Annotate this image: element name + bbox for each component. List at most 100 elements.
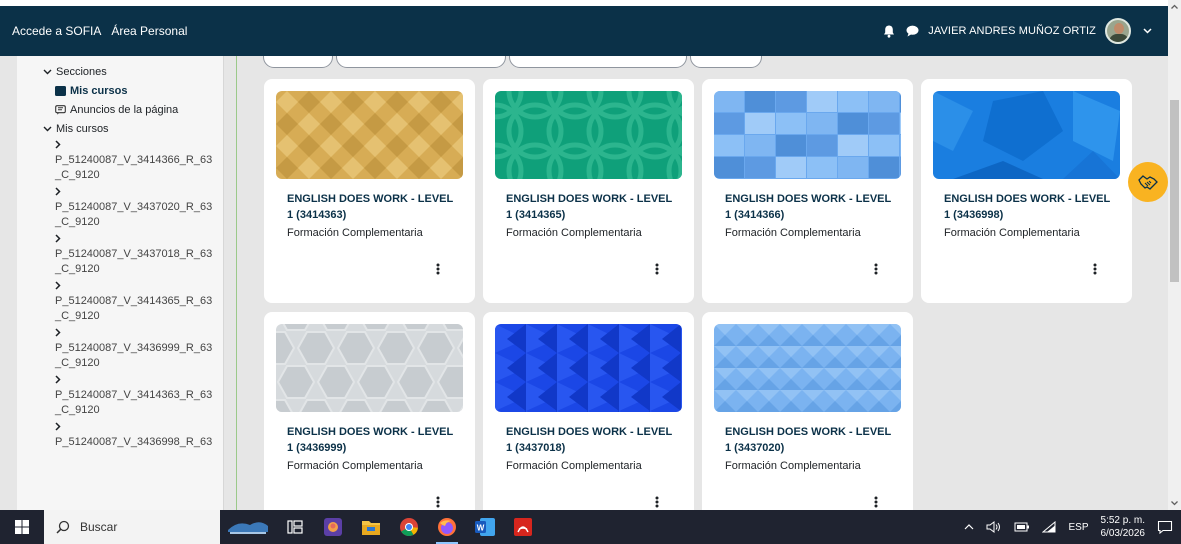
kebab-menu-icon[interactable] — [1086, 260, 1104, 278]
word-icon[interactable]: W — [466, 510, 504, 544]
course-image[interactable] — [276, 324, 463, 412]
course-card[interactable]: ENGLISH DOES WORK - LEVEL 1 (3414363) Form… — [264, 79, 475, 303]
notifications-icon[interactable] — [1157, 520, 1173, 534]
course-image[interactable] — [933, 91, 1120, 179]
course-title-line1: ENGLISH DOES WORK - LEVEL — [287, 426, 454, 438]
chevron-right-icon — [55, 185, 223, 200]
chevron-right-icon — [55, 279, 223, 294]
chevron-down-icon — [43, 126, 52, 131]
weather-widget-icon[interactable] — [220, 510, 276, 544]
sidebar-item-mis-cursos[interactable]: Mis cursos — [17, 81, 223, 100]
user-name[interactable]: JAVIER ANDRES MUÑOZ ORTIZ — [928, 25, 1096, 37]
sidebar-course-line1: P_51240087_V_3414366_R_63 — [55, 154, 213, 166]
search-input[interactable] — [336, 56, 506, 68]
sidebar-course-line1: P_51240087_V_3437020_R_63 — [55, 201, 213, 213]
sidebar-course-item[interactable]: P_51240087_V_3414363_R_63 _C_9120 — [17, 373, 223, 418]
chevron-right-icon — [55, 232, 223, 247]
sidebar-course-item[interactable]: P_51240087_V_3437018_R_63 _C_9120 — [17, 232, 223, 277]
course-title[interactable]: ENGLISH DOES WORK - LEVEL 1 (3436998) — [944, 191, 1119, 223]
course-index-drawer: Secciones Mis cursos Anuncios de la pági… — [17, 56, 224, 510]
sidebar-mis-cursos-group-label: Mis cursos — [56, 122, 109, 135]
kebab-menu-icon[interactable] — [648, 493, 666, 510]
nav-link-sofia[interactable]: Accede a SOFIA — [12, 24, 101, 38]
speaker-icon[interactable] — [986, 521, 1002, 533]
chrome-icon[interactable] — [390, 510, 428, 544]
windows-taskbar: Buscar W ESP 5:52 p. m. 6/03/2026 — [0, 510, 1181, 544]
kebab-menu-icon[interactable] — [867, 260, 885, 278]
chevron-down-icon[interactable] — [1140, 24, 1154, 38]
acrobat-icon[interactable] — [504, 510, 542, 544]
task-view-icon[interactable] — [276, 510, 314, 544]
filter-select-grouping[interactable] — [263, 56, 333, 68]
course-image[interactable] — [495, 91, 682, 179]
course-card[interactable]: ENGLISH DOES WORK - LEVEL 1 (3436999) Form… — [264, 312, 475, 510]
course-title-line1: ENGLISH DOES WORK - LEVEL — [287, 193, 454, 205]
course-title-line1: ENGLISH DOES WORK - LEVEL — [725, 193, 892, 205]
course-title-line1: ENGLISH DOES WORK - LEVEL — [506, 193, 673, 205]
kebab-menu-icon[interactable] — [648, 260, 666, 278]
course-card[interactable]: ENGLISH DOES WORK - LEVEL 1 (3414365) Form… — [483, 79, 694, 303]
sidebar-course-item[interactable]: P_51240087_V_3437020_R_63 _C_9120 — [17, 185, 223, 230]
course-category: Formación Complementaria — [287, 227, 423, 239]
course-card[interactable]: ENGLISH DOES WORK - LEVEL 1 (3436998) Form… — [921, 79, 1132, 303]
kebab-menu-icon[interactable] — [429, 260, 447, 278]
course-image[interactable] — [714, 324, 901, 412]
wifi-icon[interactable] — [1042, 521, 1056, 533]
kebab-menu-icon[interactable] — [867, 493, 885, 510]
help-button[interactable] — [1128, 162, 1168, 202]
display-select[interactable] — [690, 56, 762, 68]
sort-select[interactable] — [509, 56, 687, 68]
course-category: Formación Complementaria — [506, 227, 642, 239]
course-title[interactable]: ENGLISH DOES WORK - LEVEL 1 (3437018) — [506, 424, 681, 456]
nav-link-area-personal[interactable]: Área Personal — [111, 24, 187, 38]
language-indicator[interactable]: ESP — [1068, 522, 1088, 533]
kebab-menu-icon[interactable] — [429, 493, 447, 510]
clock-date: 6/03/2026 — [1100, 528, 1146, 539]
scroll-up-arrow[interactable] — [1168, 0, 1181, 14]
course-title[interactable]: ENGLISH DOES WORK - LEVEL 1 (3437020) — [725, 424, 900, 456]
file-explorer-icon[interactable] — [352, 510, 390, 544]
main-content: ENGLISH DOES WORK - LEVEL 1 (3414363) Form… — [237, 56, 1168, 510]
sidebar-mis-cursos-group[interactable]: Mis cursos — [17, 119, 223, 138]
battery-icon[interactable] — [1014, 522, 1030, 532]
course-title-line2: 1 (3414363) — [287, 209, 347, 221]
sidebar-item-mis-cursos-label: Mis cursos — [70, 84, 128, 97]
sidebar-sections[interactable]: Secciones — [17, 62, 223, 81]
chevron-down-icon — [43, 69, 52, 74]
chevron-right-icon — [55, 326, 223, 341]
sidebar-course-item[interactable]: P_51240087_V_3414365_R_63 _C_9120 — [17, 279, 223, 324]
sidebar-item-anuncios-label: Anuncios de la página — [70, 103, 179, 116]
clock[interactable]: 5:52 p. m. 6/03/2026 — [1101, 514, 1146, 540]
photo-app-icon[interactable] — [314, 510, 352, 544]
bell-icon[interactable] — [882, 24, 896, 38]
handshake-icon — [1138, 175, 1158, 190]
sidebar-course-line1: P_51240087_V_3436999_R_63 — [55, 342, 213, 354]
page-scrollbar[interactable] — [1168, 0, 1181, 510]
course-card[interactable]: ENGLISH DOES WORK - LEVEL 1 (3437020) Form… — [702, 312, 913, 510]
course-title[interactable]: ENGLISH DOES WORK - LEVEL 1 (3414363) — [287, 191, 462, 223]
course-image[interactable] — [495, 324, 682, 412]
search-placeholder: Buscar — [80, 520, 118, 534]
sidebar-course-item[interactable]: P_51240087_V_3436999_R_63 _C_9120 — [17, 326, 223, 371]
chevron-up-icon[interactable] — [964, 524, 974, 530]
scroll-down-arrow[interactable] — [1168, 496, 1181, 510]
sidebar-course-item[interactable]: P_51240087_V_3436998_R_63 — [17, 420, 223, 450]
sidebar-course-line1: P_51240087_V_3436998_R_63 — [55, 436, 213, 448]
course-title[interactable]: ENGLISH DOES WORK - LEVEL 1 (3414365) — [506, 191, 681, 223]
course-card[interactable]: ENGLISH DOES WORK - LEVEL 1 (3414366) Form… — [702, 79, 913, 303]
chat-icon[interactable] — [905, 24, 919, 38]
sidebar-item-anuncios[interactable]: Anuncios de la página — [17, 100, 223, 119]
sidebar-course-item[interactable]: P_51240087_V_3414366_R_63 _C_9120 — [17, 138, 223, 183]
firefox-icon[interactable] — [428, 510, 466, 544]
taskbar-search[interactable]: Buscar — [44, 510, 220, 544]
course-card[interactable]: ENGLISH DOES WORK - LEVEL 1 (3437018) Form… — [483, 312, 694, 510]
course-image[interactable] — [276, 91, 463, 179]
avatar[interactable] — [1105, 18, 1131, 44]
course-title[interactable]: ENGLISH DOES WORK - LEVEL 1 (3436999) — [287, 424, 462, 456]
folder-icon — [55, 85, 66, 96]
course-image[interactable] — [714, 91, 901, 179]
start-menu-icon[interactable] — [0, 510, 44, 544]
course-title-line2: 1 (3437020) — [725, 442, 785, 454]
scrollbar-thumb[interactable] — [1170, 100, 1179, 282]
course-title[interactable]: ENGLISH DOES WORK - LEVEL 1 (3414366) — [725, 191, 900, 223]
